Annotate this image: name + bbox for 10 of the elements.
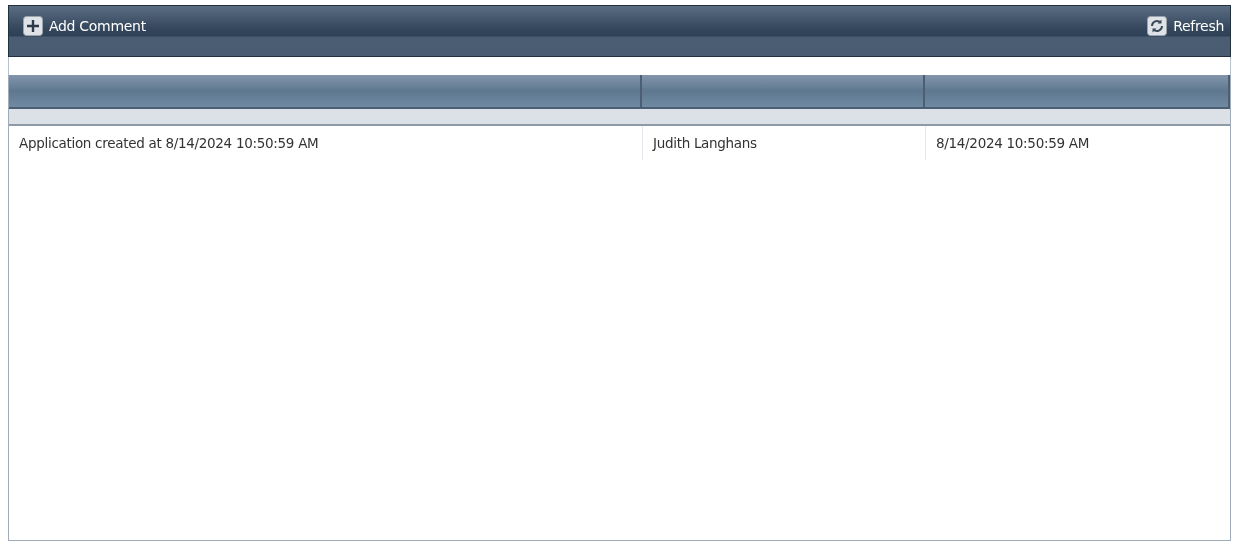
column-header[interactable] (925, 75, 1230, 109)
refresh-icon (1147, 16, 1168, 36)
table-cell-text: Application created at 8/14/2024 10:50:59 AM (18, 134, 320, 153)
table-cell: Judith Langhans (642, 126, 925, 160)
column-header[interactable] (642, 75, 925, 109)
column-header[interactable] (9, 75, 642, 109)
table-cell: 8/14/2024 10:50:59 AM (925, 126, 1230, 160)
plus-icon (23, 16, 43, 36)
refresh-button[interactable]: Refresh (1145, 14, 1226, 38)
add-comment-button[interactable]: Add Comment (21, 14, 148, 38)
